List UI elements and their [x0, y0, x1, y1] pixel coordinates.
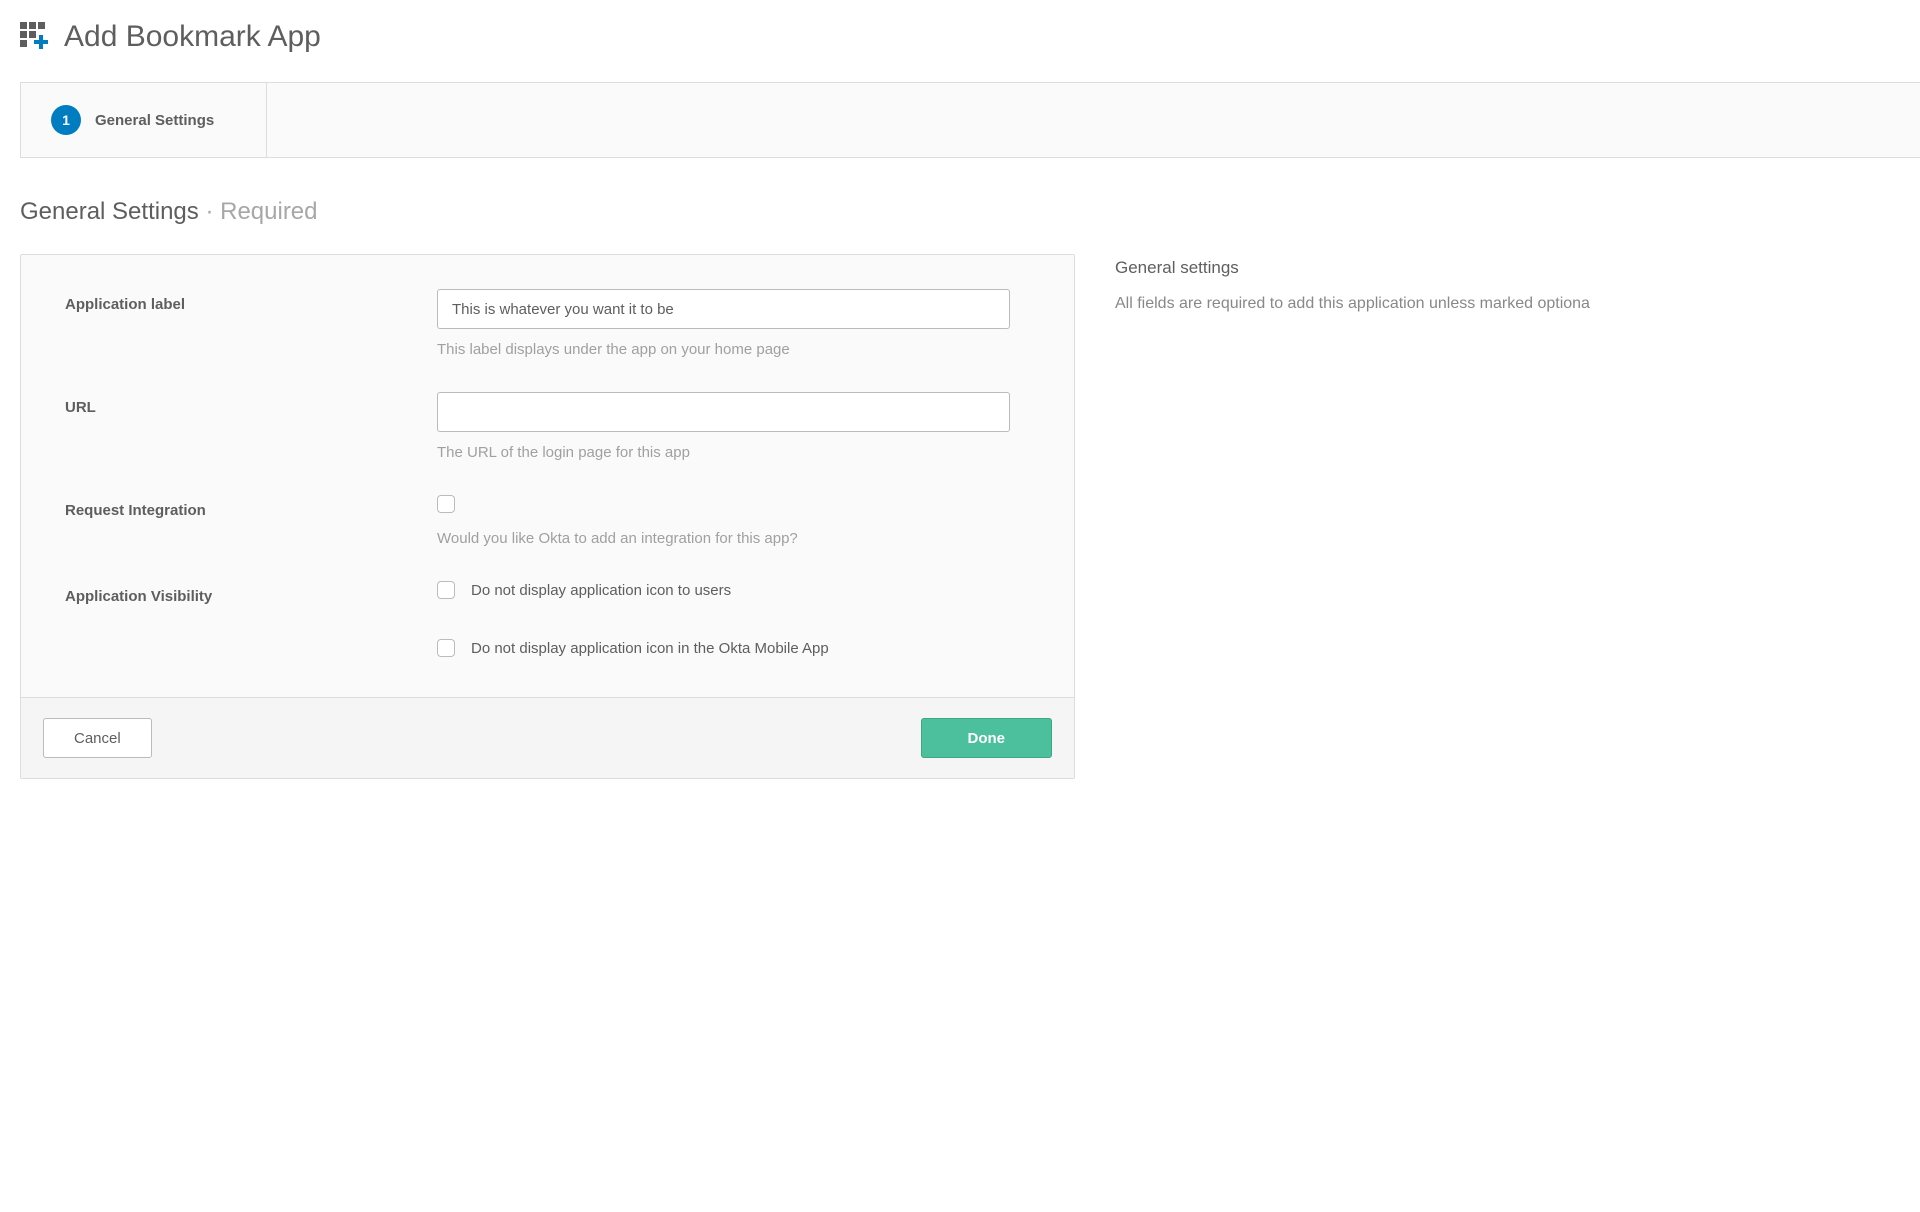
request-integration-help: Would you like Okta to add an integratio…: [437, 530, 1030, 547]
sidebar-help: General settings All fields are required…: [1115, 254, 1920, 316]
step-number-badge: 1: [51, 105, 81, 135]
section-title-qualifier: Required: [220, 198, 317, 225]
application-label-input[interactable]: [437, 289, 1010, 329]
visibility-users-checkbox[interactable]: [437, 581, 455, 599]
section-title-text: General Settings: [20, 198, 199, 225]
visibility-mobile-label: Do not display application icon in the O…: [471, 640, 829, 657]
section-title-separator: ·: [199, 198, 220, 225]
general-settings-form: Application label This label displays un…: [20, 254, 1075, 779]
sidebar-help-title: General settings: [1115, 258, 1920, 278]
section-title: General Settings · Required: [20, 198, 1920, 226]
sidebar-help-text: All fields are required to add this appl…: [1115, 292, 1920, 316]
request-integration-checkbox[interactable]: [437, 495, 455, 513]
step-label: General Settings: [95, 112, 214, 129]
page-header: Add Bookmark App: [20, 20, 1920, 54]
url-help: The URL of the login page for this app: [437, 444, 1030, 461]
app-grid-plus-icon: [20, 22, 50, 52]
visibility-mobile-checkbox[interactable]: [437, 639, 455, 657]
done-button[interactable]: Done: [921, 718, 1053, 758]
url-label: URL: [65, 392, 437, 416]
wizard-step-empty: [267, 83, 1920, 157]
url-input[interactable]: [437, 392, 1010, 432]
page-title: Add Bookmark App: [64, 20, 321, 54]
form-footer: Cancel Done: [21, 697, 1074, 778]
wizard-step-general-settings[interactable]: 1 General Settings: [21, 83, 267, 157]
wizard-steps: 1 General Settings: [20, 82, 1920, 158]
visibility-users-label: Do not display application icon to users: [471, 582, 731, 599]
application-label-help: This label displays under the app on you…: [437, 341, 1030, 358]
application-visibility-label: Application Visibility: [65, 581, 437, 605]
request-integration-label: Request Integration: [65, 495, 437, 519]
cancel-button[interactable]: Cancel: [43, 718, 152, 758]
application-label-label: Application label: [65, 289, 437, 313]
